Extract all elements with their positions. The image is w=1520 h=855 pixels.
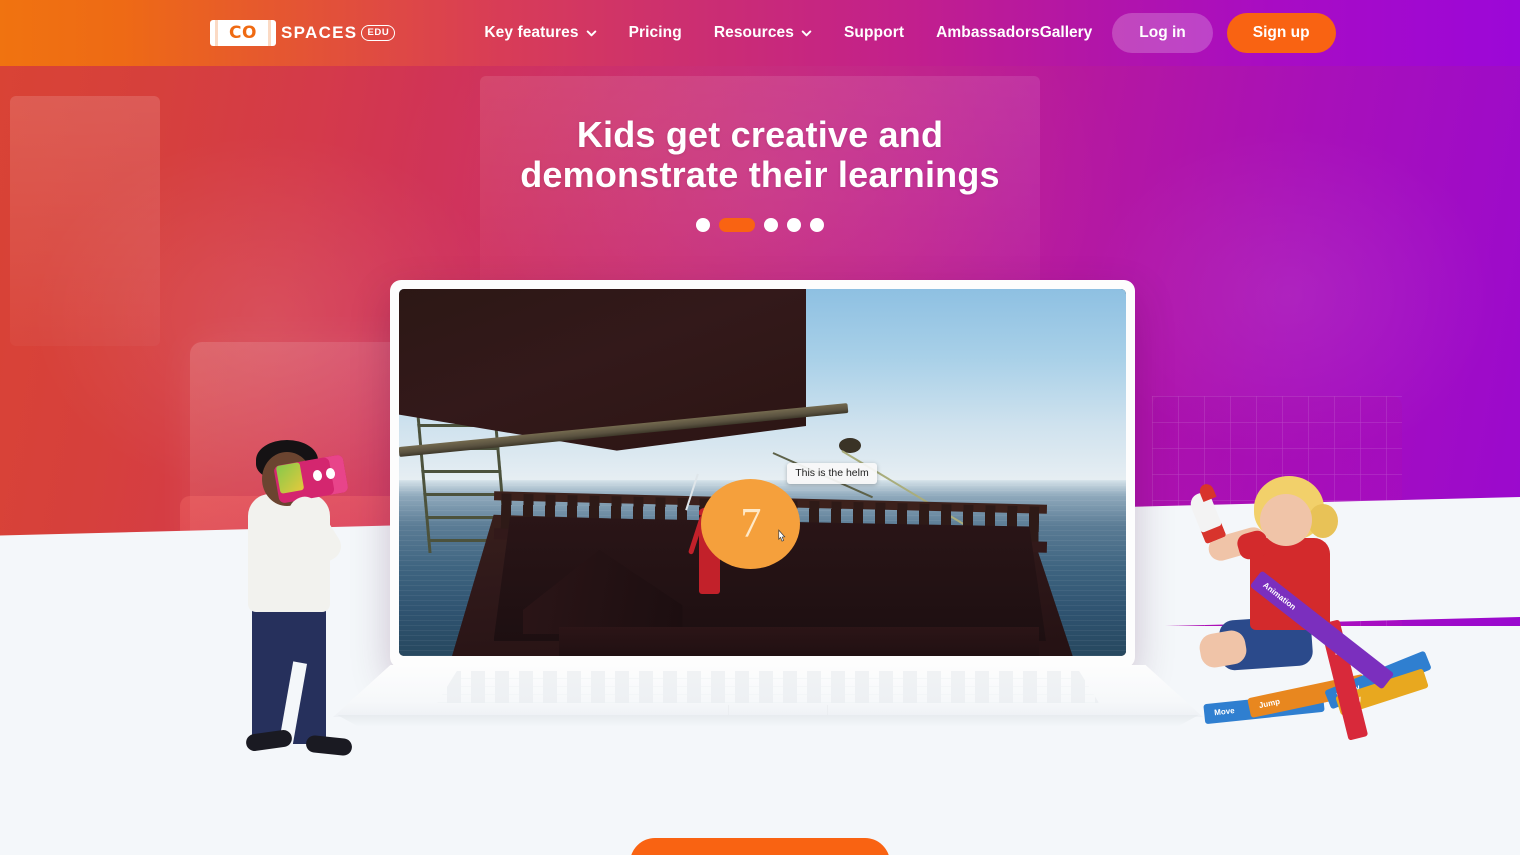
login-button[interactable]: Log in	[1112, 13, 1213, 53]
chevron-down-icon	[586, 28, 597, 39]
logo-edu-badge: EDU	[361, 24, 396, 42]
nav-label: Ambassadors	[936, 24, 1040, 41]
hero-title-line-2: demonstrate their learnings	[520, 154, 1000, 195]
logo[interactable]: CO SPACES EDU	[210, 20, 396, 46]
logo-wordmark: SPACES	[281, 23, 358, 42]
nav-label: Resources	[713, 24, 794, 41]
nav-label: Key features	[484, 24, 579, 41]
carousel-dot-1[interactable]	[696, 218, 710, 232]
nav-label: Pricing	[628, 24, 682, 41]
right-kid-ponytail	[1308, 504, 1338, 538]
logo-mark-icon: CO	[210, 20, 276, 46]
hero-title: Kids get creative and demonstrate their …	[0, 115, 1520, 195]
nav-item-pricing[interactable]: Pricing	[629, 24, 682, 42]
kid-with-rocket-and-coding-blocks: Move Jump Happy Say Speed Animation	[1187, 470, 1432, 770]
carousel-dot-2-active[interactable]	[719, 218, 755, 232]
signup-button[interactable]: Sign up	[1226, 13, 1336, 53]
laptop-screen[interactable]: This is the helm 7	[399, 289, 1126, 656]
logo-mark-text: CO	[229, 23, 257, 43]
site-header: CO SPACES EDU Key features Pricing Resou…	[0, 0, 1520, 66]
laptop-keyboard	[437, 671, 1099, 703]
laptop-base	[333, 665, 1203, 733]
scene-hotspot-button[interactable]: 7	[701, 479, 801, 569]
gallery-link[interactable]: Gallery	[1040, 24, 1093, 42]
carousel-dot-4[interactable]	[787, 218, 801, 232]
nav-item-support[interactable]: Support	[844, 24, 904, 42]
nav-item-ambassadors[interactable]: Ambassadors	[936, 24, 1040, 42]
pointer-cursor-icon	[776, 529, 787, 544]
chevron-down-icon	[801, 28, 812, 39]
right-kid-face	[1260, 494, 1312, 546]
scene-ship-hull	[558, 626, 1039, 656]
vr-viewer-artwork	[275, 462, 305, 494]
carousel-dots	[0, 218, 1520, 232]
cospaces-3d-scene[interactable]: This is the helm 7	[399, 289, 1126, 656]
nav-item-key-features[interactable]: Key features	[484, 24, 596, 42]
main-nav: Key features Pricing Resources Support A…	[484, 24, 1039, 42]
laptop-trackpad	[728, 705, 828, 715]
carousel-dot-5[interactable]	[810, 218, 824, 232]
carousel-dot-3[interactable]	[764, 218, 778, 232]
hotspot-number: 7	[740, 501, 762, 548]
nav-item-resources[interactable]: Resources	[714, 24, 812, 42]
scene-tooltip: This is the helm	[787, 463, 877, 485]
bottom-cta-button[interactable]	[630, 838, 890, 855]
laptop-base-edge	[337, 715, 1199, 727]
nav-label: Support	[843, 24, 905, 41]
laptop-base-top	[333, 665, 1203, 717]
laptop-lid: This is the helm 7	[390, 280, 1135, 668]
laptop-mockup: This is the helm 7	[333, 280, 1203, 740]
header-actions: Gallery Log in Sign up	[1040, 13, 1336, 53]
hero-title-line-1: Kids get creative and	[576, 114, 944, 155]
